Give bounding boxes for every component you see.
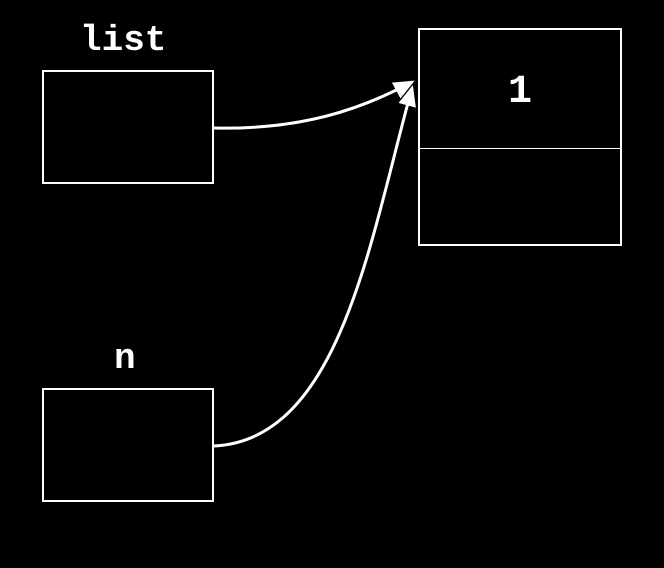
- n-label: n: [114, 338, 136, 379]
- node-divider: [420, 148, 620, 149]
- diagram-canvas: list n 1: [0, 0, 664, 568]
- list-box: [42, 70, 214, 184]
- n-box: [42, 388, 214, 502]
- arrow-n-to-node: [214, 88, 412, 446]
- node-box: 1: [418, 28, 622, 246]
- list-label: list: [80, 20, 166, 61]
- arrow-list-to-node: [214, 82, 412, 128]
- node-value: 1: [420, 70, 620, 115]
